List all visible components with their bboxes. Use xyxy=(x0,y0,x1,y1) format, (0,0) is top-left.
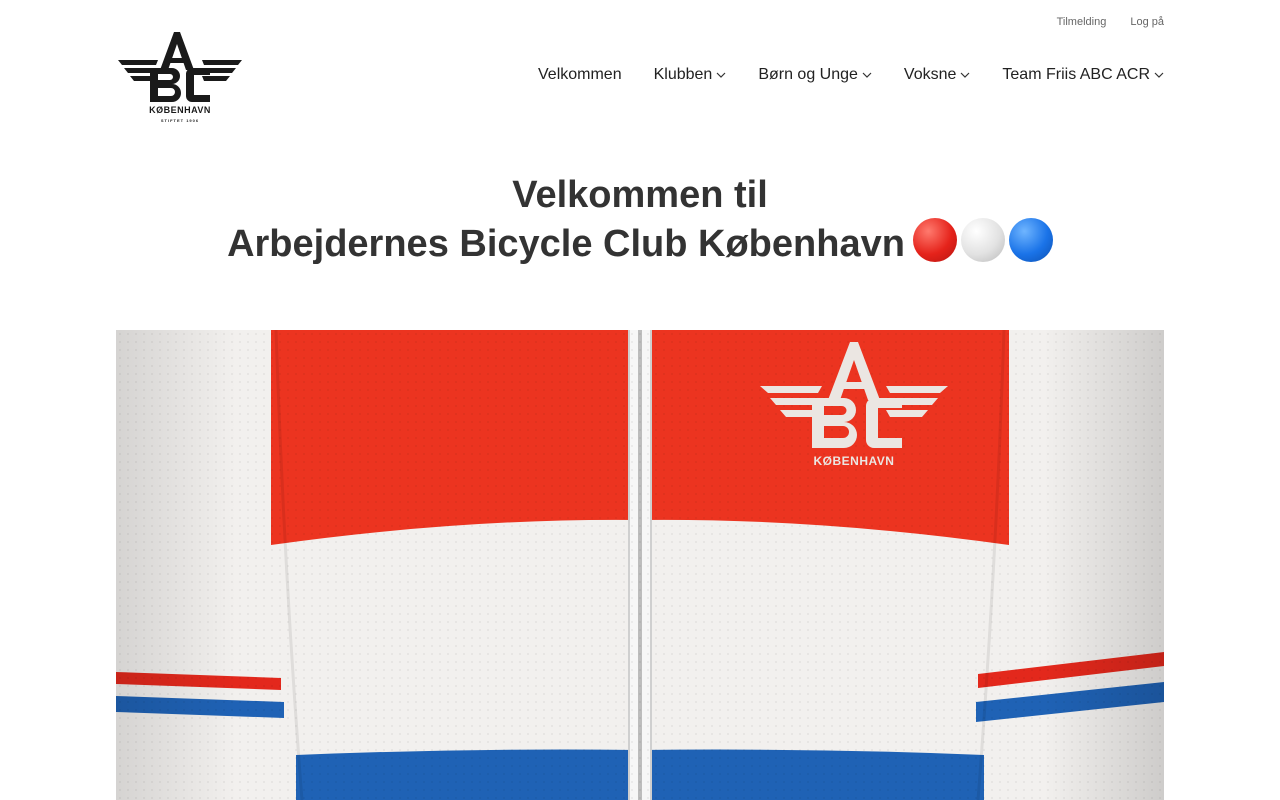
club-logo[interactable]: KØBENHAVN STIFTET 1906 xyxy=(116,32,244,124)
cycling-jersey-image xyxy=(116,330,1164,800)
jersey-logo-city-text: KØBENHAVN xyxy=(813,454,895,468)
white-circle-icon xyxy=(960,218,1005,262)
chevron-down-icon xyxy=(716,72,726,78)
nav-label: Team Friis ABC ACR xyxy=(1002,66,1150,83)
flag-emoji-group xyxy=(912,218,1053,262)
logo-founded-text: STIFTET 1906 xyxy=(160,118,200,123)
nav-item-klubben[interactable]: Klubben xyxy=(654,66,727,84)
title-line-2: Arbejdernes Bicycle Club København xyxy=(227,223,905,265)
nav-label: Voksne xyxy=(903,66,957,83)
chevron-down-icon xyxy=(1154,72,1164,78)
nav-label: Børn og Unge xyxy=(758,66,858,83)
title-line-1: Velkommen til xyxy=(512,174,768,216)
nav-item-team-friis[interactable]: Team Friis ABC ACR xyxy=(1002,66,1164,84)
red-circle-icon xyxy=(912,218,957,262)
page-title: Velkommen til Arbejdernes Bicycle Club K… xyxy=(0,172,1280,267)
nav-label: Velkommen xyxy=(538,66,622,83)
signup-link[interactable]: Tilmelding xyxy=(1057,16,1107,28)
blue-circle-icon xyxy=(1008,218,1053,262)
nav-item-voksne[interactable]: Voksne xyxy=(904,66,970,84)
nav-label: Klubben xyxy=(653,66,713,83)
nav-item-velkommen[interactable]: Velkommen xyxy=(538,66,622,84)
chevron-down-icon xyxy=(862,72,872,78)
chevron-down-icon xyxy=(960,72,970,78)
jersey-hero-image: KØBENHAVN xyxy=(116,330,1164,800)
main-nav: Velkommen Klubben Børn og Unge Voksne Te… xyxy=(538,66,1164,84)
nav-item-born-og-unge[interactable]: Børn og Unge xyxy=(758,66,872,84)
logo-city-text: KØBENHAVN xyxy=(149,105,211,115)
login-link[interactable]: Log på xyxy=(1130,16,1164,28)
abc-wings-logo-icon xyxy=(118,32,242,102)
utility-nav: Tilmelding Log på xyxy=(1057,16,1164,28)
